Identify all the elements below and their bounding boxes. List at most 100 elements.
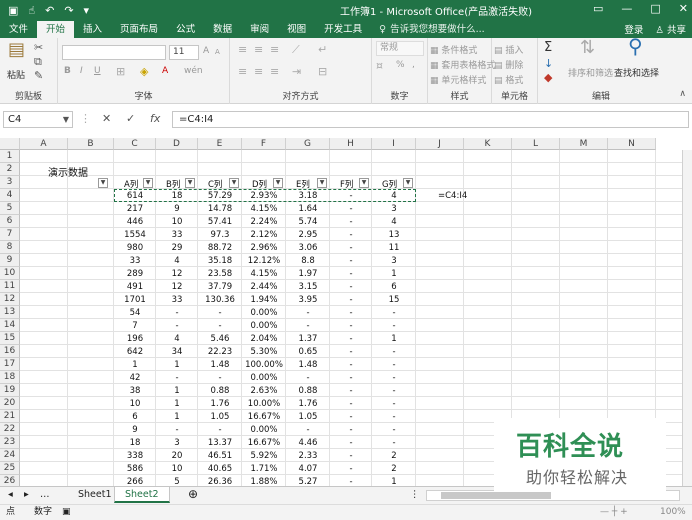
autosum-icon[interactable]: Σ bbox=[544, 40, 552, 55]
delete-cells-button[interactable]: ▤ 删除 bbox=[494, 58, 523, 71]
table-cell[interactable]: 130.36 bbox=[198, 295, 242, 305]
table-cell[interactable]: 8.8 bbox=[286, 256, 330, 266]
row-header-6[interactable]: 6 bbox=[0, 215, 20, 228]
font-name-input[interactable] bbox=[62, 45, 166, 60]
align-middle-icon[interactable]: ≡ bbox=[254, 44, 263, 56]
table-cell[interactable]: 12 bbox=[156, 269, 198, 279]
table-cell[interactable]: 97.3 bbox=[198, 230, 242, 240]
table-cell[interactable]: - bbox=[156, 308, 198, 318]
table-cell[interactable]: 1.76 bbox=[286, 399, 330, 409]
cut-icon[interactable]: ✂ bbox=[34, 42, 43, 54]
table-cell[interactable]: 4.46 bbox=[286, 438, 330, 448]
search-icon[interactable]: ⚲ bbox=[628, 36, 643, 56]
table-cell[interactable]: 1554 bbox=[114, 230, 156, 240]
col-header-k[interactable]: K bbox=[464, 138, 512, 150]
table-cell[interactable]: - bbox=[330, 438, 372, 448]
table-cell[interactable]: 1.05 bbox=[286, 412, 330, 422]
share-button[interactable]: ♙ 共享 bbox=[655, 22, 686, 36]
table-cell[interactable]: 12.12% bbox=[242, 256, 286, 266]
table-cell[interactable]: - bbox=[372, 360, 416, 370]
table-cell[interactable]: 1.97 bbox=[286, 269, 330, 279]
table-cell[interactable]: 980 bbox=[114, 243, 156, 253]
table-cell[interactable]: 1701 bbox=[114, 295, 156, 305]
table-cell[interactable]: - bbox=[330, 399, 372, 409]
table-cell[interactable]: - bbox=[330, 282, 372, 292]
table-cell[interactable]: 6 bbox=[372, 282, 416, 292]
tab-review[interactable]: 审阅 bbox=[241, 21, 278, 38]
table-cell[interactable]: 1 bbox=[156, 386, 198, 396]
zoom-slider[interactable]: — ┼ + bbox=[600, 505, 628, 520]
row-header-22[interactable]: 22 bbox=[0, 423, 20, 436]
format-painter-icon[interactable]: ✎ bbox=[34, 70, 43, 82]
col-header-f[interactable]: F bbox=[242, 138, 286, 150]
table-cell[interactable]: 196 bbox=[114, 334, 156, 344]
col-header-b[interactable]: B bbox=[68, 138, 114, 150]
find-select-label[interactable]: 查找和选择 bbox=[614, 66, 659, 79]
table-cell[interactable]: 3 bbox=[156, 438, 198, 448]
table-cell[interactable]: 1.37 bbox=[286, 334, 330, 344]
sort-filter-icon[interactable]: ⇅ bbox=[580, 39, 595, 57]
tab-data[interactable]: 数据 bbox=[204, 21, 241, 38]
row-header-12[interactable]: 12 bbox=[0, 293, 20, 306]
col-header-e[interactable]: E bbox=[198, 138, 242, 150]
table-cell[interactable]: 1.64 bbox=[286, 204, 330, 214]
table-cell[interactable]: 266 bbox=[114, 477, 156, 486]
macro-record-icon[interactable]: ▣ bbox=[62, 505, 71, 520]
table-cell[interactable]: - bbox=[330, 373, 372, 383]
table-format-button[interactable]: ▦ 套用表格格式 bbox=[430, 58, 495, 71]
row-header-24[interactable]: 24 bbox=[0, 449, 20, 462]
table-cell[interactable]: - bbox=[198, 425, 242, 435]
table-cell[interactable]: - bbox=[372, 425, 416, 435]
table-cell[interactable]: 3.95 bbox=[286, 295, 330, 305]
tab-page-layout[interactable]: 页面布局 bbox=[111, 21, 167, 38]
row-header-1[interactable]: 1 bbox=[0, 150, 20, 163]
align-bottom-icon[interactable]: ≡ bbox=[270, 44, 279, 56]
table-cell[interactable]: 1 bbox=[372, 477, 416, 486]
tab-home[interactable]: 开始 bbox=[37, 21, 75, 38]
underline-button[interactable]: U bbox=[94, 66, 101, 76]
table-cell[interactable]: - bbox=[286, 425, 330, 435]
customize-toolbar-icon[interactable]: ▾ bbox=[84, 4, 90, 17]
table-cell[interactable]: - bbox=[330, 477, 372, 486]
table-cell[interactable]: 7 bbox=[114, 321, 156, 331]
format-cells-button[interactable]: ▤ 格式 bbox=[494, 73, 523, 86]
fill-icon[interactable]: ↓ bbox=[544, 58, 553, 70]
table-cell[interactable]: 5 bbox=[156, 477, 198, 486]
table-cell[interactable]: 3.15 bbox=[286, 282, 330, 292]
table-cell[interactable]: 0.00% bbox=[242, 308, 286, 318]
col-header-n[interactable]: N bbox=[608, 138, 656, 150]
table-cell[interactable]: 14.78 bbox=[198, 204, 242, 214]
table-cell[interactable]: 10 bbox=[156, 464, 198, 474]
paste-label[interactable]: 粘贴 bbox=[7, 68, 25, 81]
table-cell[interactable]: 4 bbox=[156, 256, 198, 266]
name-box[interactable]: C4 ▼ bbox=[3, 111, 73, 128]
add-sheet-icon[interactable]: ⊕ bbox=[178, 487, 208, 503]
table-cell[interactable]: - bbox=[330, 230, 372, 240]
insert-function-icon[interactable]: fx bbox=[150, 112, 160, 125]
tab-file[interactable]: 文件 bbox=[0, 21, 37, 38]
table-cell[interactable]: 18 bbox=[114, 438, 156, 448]
select-all-corner[interactable] bbox=[0, 138, 20, 150]
filter-dropdown-icon[interactable]: ▼ bbox=[98, 178, 108, 188]
insert-cells-button[interactable]: ▤ 插入 bbox=[494, 43, 523, 56]
table-cell[interactable]: - bbox=[330, 347, 372, 357]
row-header-26[interactable]: 26 bbox=[0, 475, 20, 486]
font-shrink-icon[interactable]: A bbox=[215, 48, 220, 56]
sort-filter-label[interactable]: 排序和筛选 bbox=[568, 66, 613, 79]
formula-input[interactable]: =C4:I4 bbox=[172, 111, 689, 128]
table-cell[interactable]: 2.12% bbox=[242, 230, 286, 240]
table-cell[interactable]: 2.33 bbox=[286, 451, 330, 461]
table-cell[interactable]: 1 bbox=[114, 360, 156, 370]
filter-dropdown-icon[interactable]: ▼ bbox=[185, 178, 195, 188]
table-cell[interactable]: 0.88 bbox=[198, 386, 242, 396]
table-cell[interactable]: 10 bbox=[114, 399, 156, 409]
table-cell[interactable]: - bbox=[330, 425, 372, 435]
minimize-icon[interactable]: — bbox=[621, 2, 632, 15]
table-cell[interactable]: 42 bbox=[114, 373, 156, 383]
table-cell[interactable]: 1.48 bbox=[286, 360, 330, 370]
table-cell[interactable]: 5.74 bbox=[286, 217, 330, 227]
table-cell[interactable]: 1.94% bbox=[242, 295, 286, 305]
italic-button[interactable]: I bbox=[80, 66, 83, 76]
row-header-5[interactable]: 5 bbox=[0, 202, 20, 215]
table-cell[interactable]: 1.71% bbox=[242, 464, 286, 474]
